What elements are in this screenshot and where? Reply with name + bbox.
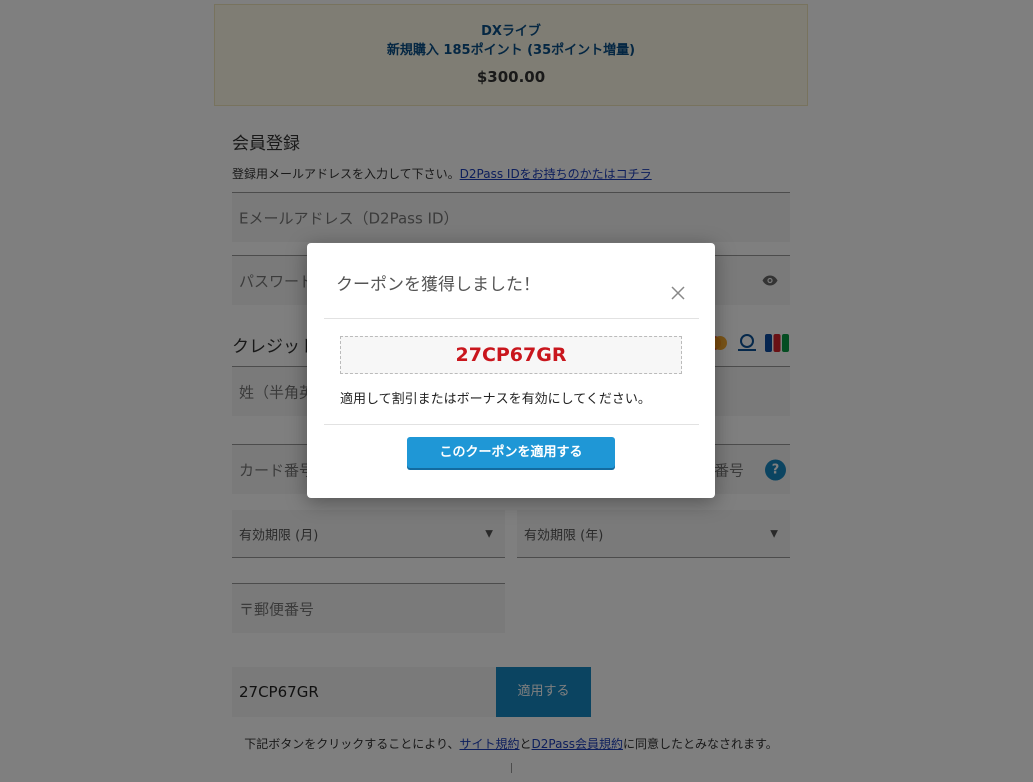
close-icon[interactable] [671, 285, 685, 300]
modal-title: クーポンを獲得しました！ [336, 275, 540, 295]
apply-coupon-button[interactable]: このクーポンを適用する [407, 437, 615, 468]
modal-divider [324, 318, 699, 319]
modal-divider [324, 424, 699, 425]
modal-description: 適用して割引またはボーナスを有効にしてください。 [340, 392, 651, 407]
coupon-code-display: 27CP67GR [340, 336, 682, 374]
coupon-modal: クーポンを獲得しました！ 27CP67GR 適用して割引またはボーナスを有効にし… [307, 243, 715, 498]
